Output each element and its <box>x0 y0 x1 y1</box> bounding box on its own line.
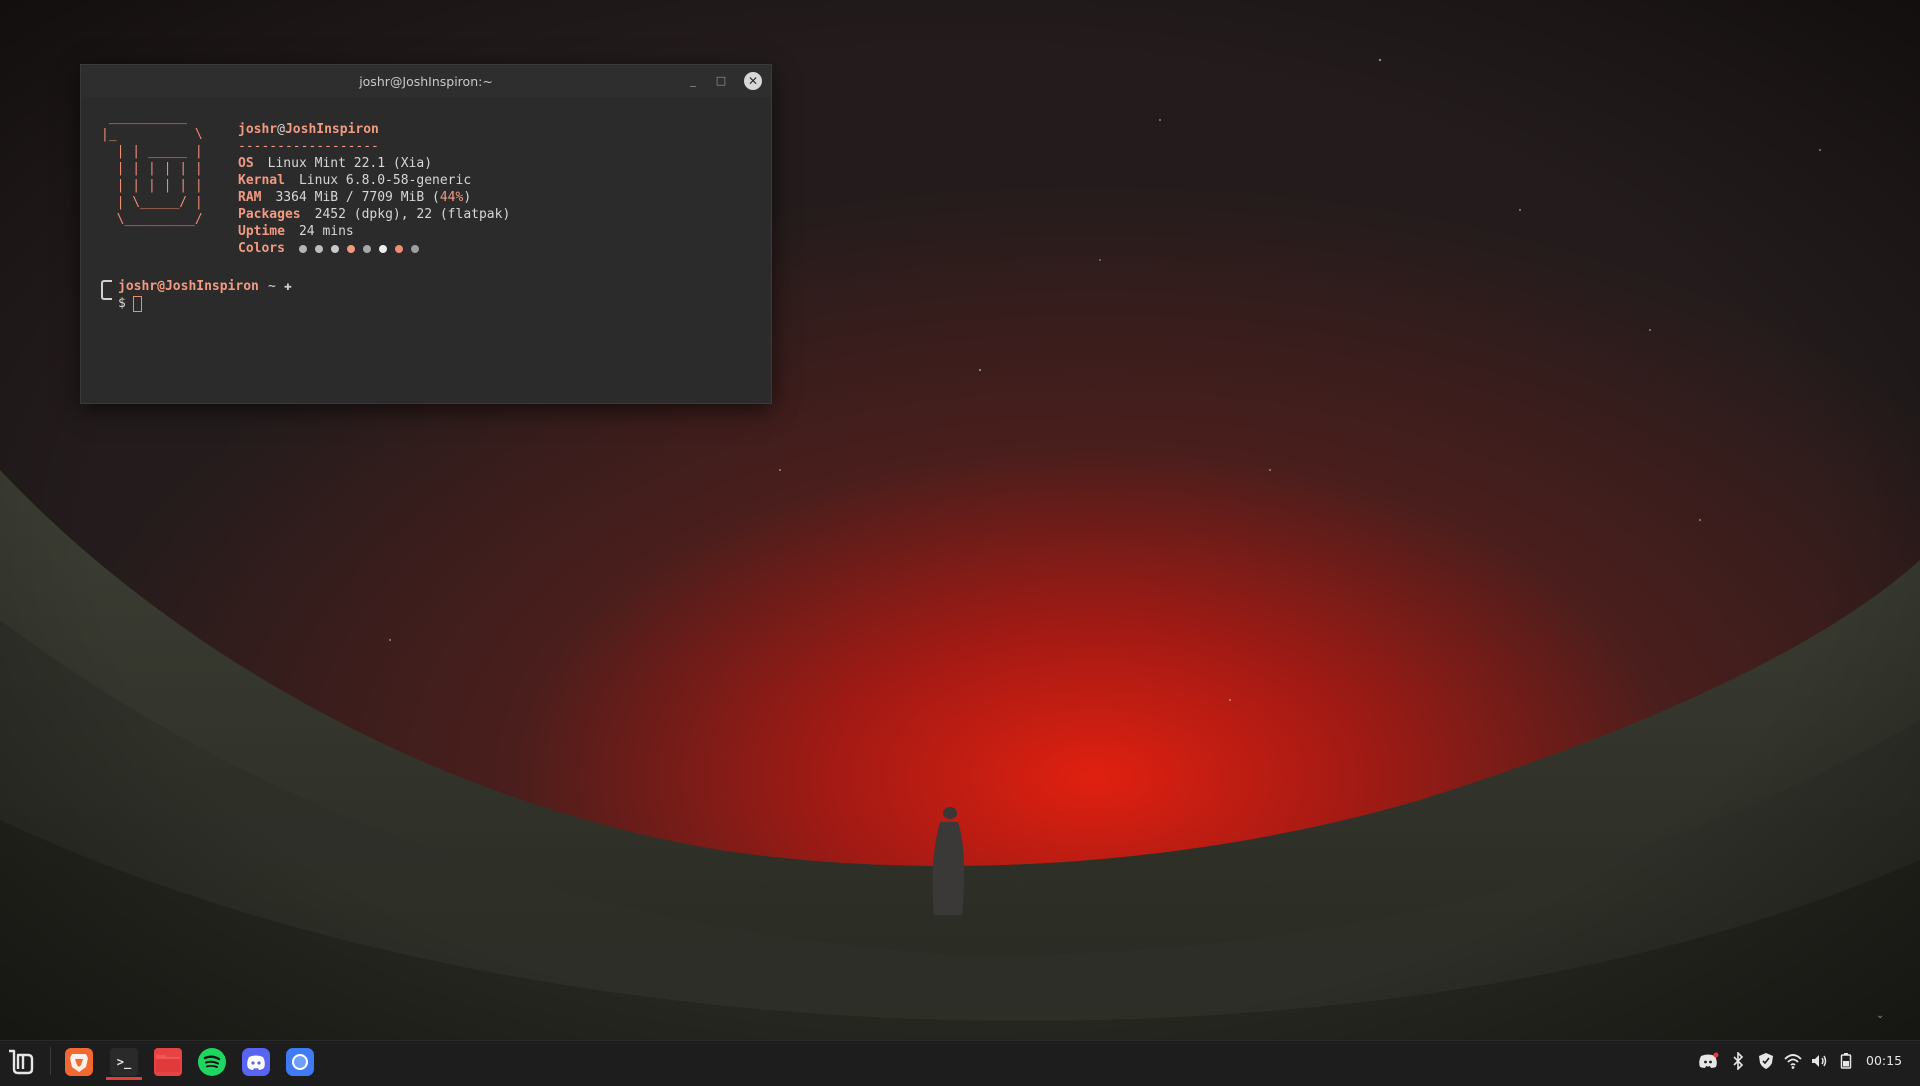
color-swatch <box>378 244 387 253</box>
bluetooth-icon[interactable] <box>1730 1051 1746 1071</box>
fetch-colors-row: Colors <box>238 240 510 257</box>
close-button[interactable]: ✕ <box>744 72 762 90</box>
uptime-value: 24 mins <box>298 224 354 239</box>
packages-label: Packages <box>238 207 301 222</box>
wifi-icon[interactable] <box>1783 1052 1803 1070</box>
brave-browser-icon[interactable] <box>65 1048 93 1076</box>
fetch-header: joshr@JoshInspiron <box>238 121 510 138</box>
fetch-user: joshr <box>238 122 278 137</box>
fetch-os-row: OS Linux Mint 22.1 (Xia) <box>238 155 510 172</box>
prompt-user-host: joshr@JoshInspiron <box>118 279 259 294</box>
uptime-label: Uptime <box>238 224 285 239</box>
spotify-icon[interactable] <box>198 1048 226 1076</box>
prompt-path: ~ <box>268 279 276 294</box>
color-swatch <box>362 244 371 253</box>
fetch-uptime-row: Uptime 24 mins <box>238 223 510 240</box>
fetch-ram-row: RAM 3364 MiB / 7709 MiB (44%) <box>238 189 510 206</box>
os-label: OS <box>238 156 254 171</box>
chat-app-icon[interactable] <box>286 1048 314 1076</box>
colors-label: Colors <box>238 241 285 256</box>
terminal-icon[interactable]: >_ <box>110 1048 138 1076</box>
fetch-at: @ <box>277 122 285 137</box>
taskbar: >_ 00:15 <box>0 1040 1920 1081</box>
window-title: joshr@JoshInspiron:~ <box>359 74 493 89</box>
ram-value: 3364 MiB / 7709 MiB ( <box>275 190 440 205</box>
kernel-value: Linux 6.8.0-58-generic <box>298 173 472 188</box>
ram-percent: 44% <box>439 190 464 205</box>
color-swatch <box>298 244 307 253</box>
ram-close: ) <box>463 190 472 205</box>
color-swatch <box>314 244 323 253</box>
fetch-host: JoshInspiron <box>284 122 379 137</box>
terminal-window[interactable]: joshr@JoshInspiron:~ _ □ ✕ __________ |_… <box>80 64 772 404</box>
text-cursor[interactable] <box>133 296 142 312</box>
window-titlebar[interactable]: joshr@JoshInspiron:~ _ □ ✕ <box>81 65 771 97</box>
minimize-button[interactable]: _ <box>685 73 701 89</box>
ram-label: RAM <box>238 190 262 205</box>
prompt-bracket <box>101 280 112 300</box>
prompt-git-icon: ✚ <box>284 279 292 294</box>
fetch-info: joshr@JoshInspiron ------------------ OS… <box>238 121 510 257</box>
chevron-down-icon: ⌄ <box>1876 1010 1885 1021</box>
files-icon[interactable] <box>154 1048 182 1076</box>
color-swatch <box>346 244 355 253</box>
fetch-kernel-row: Kernal Linux 6.8.0-58-generic <box>238 172 510 189</box>
discord-icon[interactable] <box>242 1048 270 1076</box>
linux-mint-logo-icon[interactable] <box>6 1047 36 1077</box>
terminal-content[interactable]: __________ |_ \ | | _____ | | | | | | | … <box>81 97 771 403</box>
prompt-symbol: $ <box>118 296 126 311</box>
color-swatches <box>298 241 427 256</box>
ascii-logo: __________ |_ \ | | _____ | | | | | | | … <box>101 110 203 227</box>
color-swatch <box>410 244 419 253</box>
color-swatch <box>394 244 403 253</box>
volume-icon[interactable] <box>1810 1052 1828 1070</box>
battery-icon[interactable] <box>1838 1052 1854 1070</box>
packages-value: 2452 (dpkg), 22 (flatpak) <box>314 207 511 222</box>
discord-tray-icon[interactable] <box>1697 1052 1719 1070</box>
color-swatch <box>330 244 339 253</box>
clock[interactable]: 00:15 <box>1866 1052 1902 1070</box>
taskbar-divider <box>50 1047 51 1075</box>
fetch-separator: ------------------ <box>238 139 379 154</box>
maximize-button[interactable]: □ <box>713 73 729 89</box>
fetch-packages-row: Packages 2452 (dpkg), 22 (flatpak) <box>238 206 510 223</box>
shield-icon[interactable] <box>1757 1052 1775 1070</box>
os-value: Linux Mint 22.1 (Xia) <box>267 156 433 171</box>
kernel-label: Kernal <box>238 173 285 188</box>
